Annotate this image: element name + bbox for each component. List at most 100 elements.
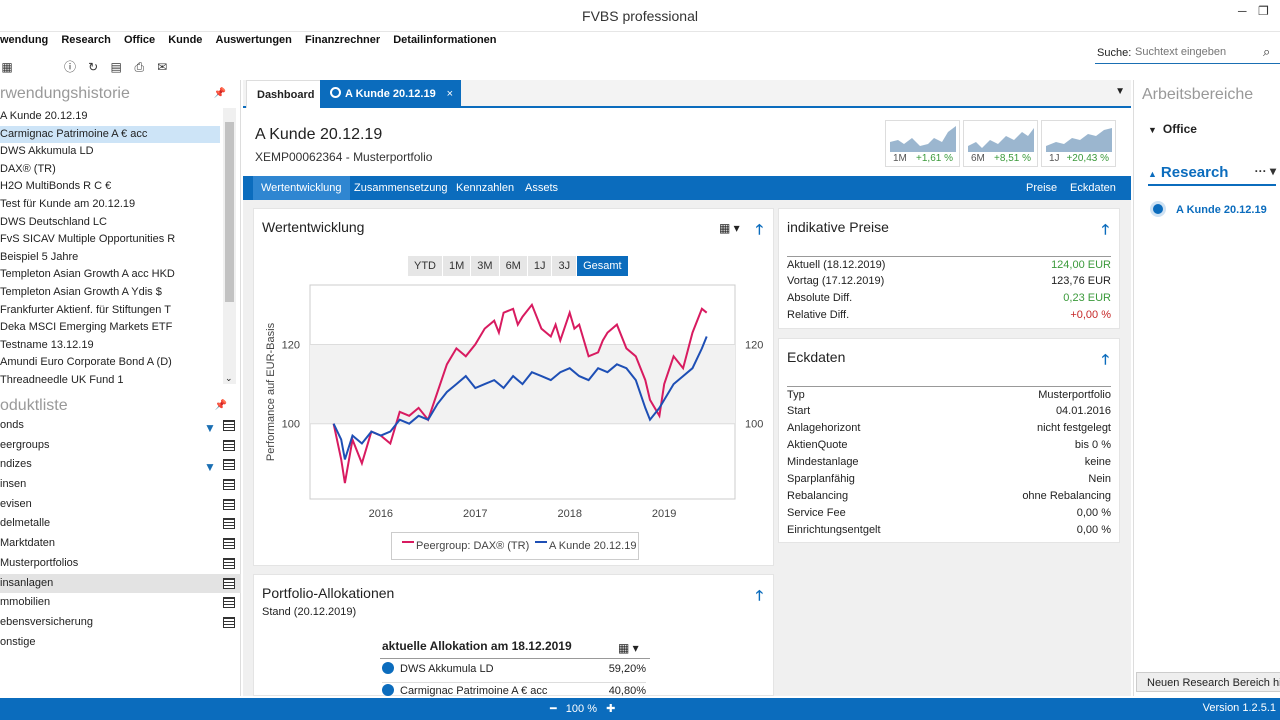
table-icon[interactable] <box>223 538 235 550</box>
restore-icon[interactable]: ❐ <box>1258 4 1269 18</box>
mail-icon[interactable]: ✉ <box>155 60 169 74</box>
table-icon[interactable] <box>223 459 235 471</box>
table-icon[interactable] <box>223 616 235 628</box>
chevron-down-icon[interactable]: ▼ <box>1115 86 1125 97</box>
more-icon[interactable]: ··· ▾ <box>1255 164 1276 178</box>
history-item[interactable]: Beispiel 5 Jahre <box>0 249 220 267</box>
info-icon[interactable]: ⓘ <box>63 58 77 74</box>
product-item[interactable]: mmobilien <box>0 593 241 613</box>
grid-icon[interactable]: ▦ <box>0 60 14 74</box>
search-input[interactable] <box>1135 44 1255 60</box>
workspace-office[interactable]: ▼ Office <box>1148 122 1197 136</box>
arrow-up-icon[interactable]: 🡑 <box>756 219 763 243</box>
tab-dashboard[interactable]: Dashboard <box>246 80 326 108</box>
menu-item[interactable]: Finanzrechner <box>305 34 380 46</box>
allocation-row[interactable]: DWS Akkumula LD 59,20% <box>382 661 646 678</box>
subnav-zusammensetzung[interactable]: Zusammensetzung <box>346 176 456 200</box>
history-item[interactable]: Templeton Asian Growth A acc HKD <box>0 266 220 284</box>
table-icon[interactable] <box>223 518 235 530</box>
refresh-icon[interactable]: ↻ <box>86 60 100 74</box>
product-item[interactable]: evisen <box>0 495 241 515</box>
pin-icon[interactable]: 📌 <box>214 80 226 108</box>
workspace-item[interactable]: A Kunde 20.12.19 <box>1150 201 1267 217</box>
history-scrollbar[interactable]: ⌄ <box>223 108 236 384</box>
workspace-research[interactable]: ▲ Research ··· ▾ <box>1148 164 1276 186</box>
range-3m[interactable]: 3M <box>471 256 499 276</box>
product-item[interactable]: eergroups <box>0 436 241 456</box>
spark-1j[interactable]: 1J +20,43 % <box>1041 120 1116 167</box>
table-icon[interactable] <box>223 577 235 589</box>
spark-6m[interactable]: 6M +8,51 % <box>963 120 1038 167</box>
product-item[interactable]: onds ▼ <box>0 416 241 436</box>
range-6m[interactable]: 6M <box>499 256 527 276</box>
add-research-button[interactable]: Neuen Research Bereich hinzufügen <box>1136 672 1280 692</box>
subnav-kennzahlen[interactable]: Kennzahlen <box>448 176 522 200</box>
history-item[interactable]: FvS SICAV Multiple Opportunities R <box>0 231 220 249</box>
product-item[interactable]: ebensversicherung <box>0 613 241 633</box>
table-icon[interactable] <box>223 439 235 451</box>
history-item[interactable]: Templeton Asian Growth A Ydis $ <box>0 284 220 302</box>
range-gesamt[interactable]: Gesamt <box>577 256 628 276</box>
history-item[interactable]: Testname 13.12.19 <box>0 337 220 355</box>
history-item[interactable]: DWS Deutschland LC <box>0 214 220 232</box>
history-item[interactable]: Carmignac Patrimoine A € acc <box>0 125 220 144</box>
allocation-row[interactable]: Carmignac Patrimoine A € acc 40,80% <box>382 682 646 699</box>
product-item[interactable]: Musterportfolios <box>0 554 241 574</box>
history-item[interactable]: A Kunde 20.12.19 <box>0 108 220 126</box>
product-item[interactable]: Marktdaten <box>0 534 241 554</box>
history-item[interactable]: DAX® (TR) <box>0 161 220 179</box>
zoom-in-icon[interactable]: ✚ <box>606 703 615 715</box>
product-item[interactable]: insen <box>0 475 241 495</box>
table-icon[interactable] <box>223 498 235 510</box>
table-icon[interactable] <box>223 420 235 431</box>
history-item[interactable]: Amundi Euro Corporate Bond A (D) <box>0 354 220 372</box>
document-icon[interactable]: ▤ <box>109 60 123 74</box>
menu-item[interactable]: Detailinformationen <box>393 34 496 46</box>
history-item[interactable]: Frankfurter Aktienf. für Stiftungen T <box>0 302 220 320</box>
arrow-up-icon[interactable]: 🡑 <box>1102 349 1109 373</box>
arrow-up-icon[interactable]: 🡑 <box>1102 219 1109 243</box>
range-3j[interactable]: 3J <box>552 256 577 276</box>
menu-item[interactable]: wendung <box>0 34 48 46</box>
toolbar: ▦ ⓘ ↻ ▤ ⎙ ✉ <box>0 58 175 78</box>
close-icon[interactable]: × <box>447 80 453 108</box>
spark-1m[interactable]: 1M +1,61 % <box>885 120 960 167</box>
range-1j[interactable]: 1J <box>527 256 552 276</box>
print-icon[interactable]: ⎙ <box>132 60 146 74</box>
view-options-icon[interactable]: ▦ ▾ <box>618 641 639 655</box>
history-item[interactable]: Threadneedle UK Fund 1 <box>0 372 220 384</box>
minimize-icon[interactable]: ─ <box>1238 4 1247 18</box>
eckdaten-row: Typ Musterportfolio <box>787 386 1111 403</box>
chevron-down-icon[interactable]: ⌄ <box>225 373 233 384</box>
subnav-preise[interactable]: Preise <box>1018 176 1065 200</box>
menu-item[interactable]: Auswertungen <box>216 34 292 46</box>
history-item[interactable]: Deka MSCI Emerging Markets ETF <box>0 319 220 337</box>
price-value: 0,23 EUR <box>1063 292 1111 304</box>
product-item[interactable]: delmetalle <box>0 514 241 534</box>
product-item[interactable]: onstige <box>0 633 241 653</box>
product-item[interactable]: ndizes ▼ <box>0 455 241 475</box>
menu-item[interactable]: Kunde <box>168 34 202 46</box>
menu-item[interactable]: Office <box>124 34 155 46</box>
range-ytd[interactable]: YTD <box>408 256 442 276</box>
legend-item[interactable]: Peergroup: DAX® (TR) <box>416 540 529 552</box>
range-1m[interactable]: 1M <box>443 256 471 276</box>
product-item[interactable]: insanlagen <box>0 573 241 594</box>
table-icon[interactable] <box>223 597 235 609</box>
subnav-wertentwicklung[interactable]: Wertentwicklung <box>253 176 350 200</box>
arrow-up-icon[interactable]: 🡑 <box>756 585 763 609</box>
history-item[interactable]: H2O MultiBonds R C € <box>0 178 220 196</box>
tab-active[interactable]: A Kunde 20.12.19 × <box>320 80 461 108</box>
subnav-assets[interactable]: Assets <box>517 176 566 200</box>
card-title: Portfolio-Allokationen <box>262 585 395 601</box>
history-item[interactable]: DWS Akkumula LD <box>0 143 220 161</box>
table-icon[interactable] <box>223 557 235 569</box>
table-icon[interactable] <box>223 479 235 491</box>
history-item[interactable]: Test für Kunde am 20.12.19 <box>0 196 220 214</box>
view-options-icon[interactable]: ▦ ▾ <box>719 221 740 235</box>
search-icon[interactable]: ⌕ <box>1263 44 1270 60</box>
menu-item[interactable]: Research <box>61 34 111 46</box>
legend-item[interactable]: A Kunde 20.12.19 <box>549 540 636 552</box>
zoom-out-icon[interactable]: ━ <box>550 703 557 715</box>
subnav-eckdaten[interactable]: Eckdaten <box>1062 176 1124 200</box>
